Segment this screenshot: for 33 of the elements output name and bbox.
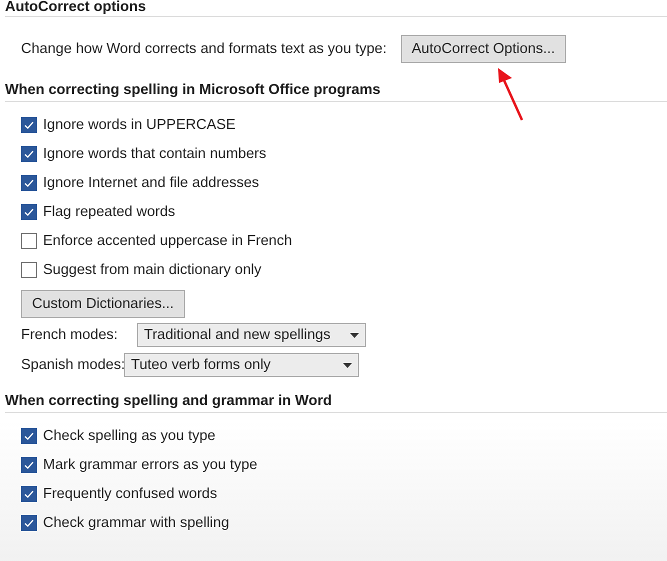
checkbox-label[interactable]: Ignore words that contain numbers (43, 146, 266, 162)
checkbox[interactable] (21, 204, 37, 220)
checkbox[interactable] (21, 262, 37, 278)
dropdown-label: Spanish modes: (21, 357, 124, 373)
checkbox-label[interactable]: Check grammar with spelling (43, 514, 230, 530)
description-text: Change how Word corrects and formats text as you type: (21, 41, 387, 57)
checkbox-label[interactable]: Mark grammar errors as you type (43, 456, 258, 472)
checkbox-label[interactable]: Ignore Internet and file addresses (43, 174, 260, 190)
autocorrect-options-button[interactable]: AutoCorrect Options... (400, 35, 566, 63)
checkbox-label[interactable]: Check spelling as you type (43, 428, 216, 444)
checkbox-label[interactable]: Frequently confused words (43, 486, 218, 502)
checkbox[interactable] (21, 116, 37, 132)
custom-dictionaries-button[interactable]: Custom Dictionaries... (21, 290, 185, 318)
checkbox[interactable] (21, 146, 37, 162)
dropdown[interactable]: Traditional and new spellings (137, 323, 366, 347)
checkbox-label[interactable]: Ignore words in UPPERCASE (43, 116, 236, 132)
checkbox-label[interactable]: Enforce accented uppercase in French (43, 232, 292, 248)
section-heading: AutoCorrect options (4, 0, 147, 16)
section-heading: When correcting spelling in Microsoft Office programs (4, 81, 382, 100)
checkbox[interactable] (21, 428, 37, 444)
checkbox[interactable] (21, 486, 37, 502)
pointer-arrow (498, 68, 524, 121)
checkbox[interactable] (21, 514, 37, 530)
checkbox[interactable] (21, 232, 37, 248)
checkbox-label[interactable]: Suggest from main dictionary only (43, 262, 262, 278)
checkbox-label[interactable]: Flag repeated words (43, 204, 176, 220)
dropdown-label: French modes: (21, 327, 119, 343)
checkbox[interactable] (21, 456, 37, 472)
section-heading: When correcting spelling and grammar in Word (4, 392, 333, 411)
caret-icon (343, 362, 352, 368)
checkbox[interactable] (21, 174, 37, 190)
dropdown[interactable]: Tuteo verb forms only (124, 353, 359, 377)
caret-icon (350, 332, 359, 338)
